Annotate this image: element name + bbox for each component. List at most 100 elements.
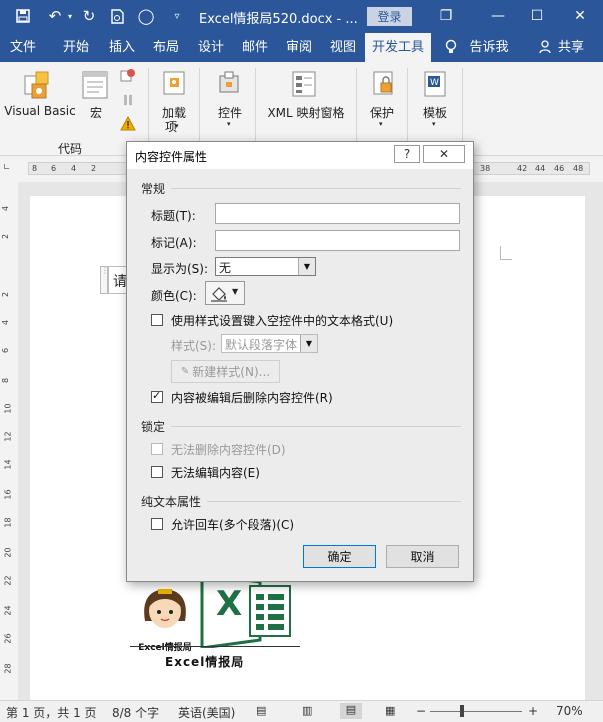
protect-icon[interactable] xyxy=(372,70,396,101)
undo-dropdown-icon[interactable]: ▾ xyxy=(66,7,74,25)
ruler-number: 4 xyxy=(71,164,77,173)
remove-on-edit-checkbox[interactable] xyxy=(151,389,163,403)
login-button[interactable]: 登录 xyxy=(367,7,412,26)
vruler-number: 12 xyxy=(3,431,13,442)
content-control-handle[interactable]: ⋮ xyxy=(100,266,109,294)
vruler-number: 18 xyxy=(3,517,13,528)
vruler-number: 22 xyxy=(3,575,13,586)
word-count[interactable]: 8/8 个字 xyxy=(112,704,159,721)
save-icon[interactable] xyxy=(14,7,32,25)
use-style-label: 使用样式设置键入空控件中的文本格式(U) xyxy=(171,314,394,328)
close-button[interactable]: ✕ xyxy=(566,4,594,28)
redo-icon[interactable]: ↻ xyxy=(80,7,98,25)
chevron-down-icon: ▼ xyxy=(298,258,315,275)
help-button[interactable]: ? xyxy=(394,145,420,163)
ribbon-tabs: 文件 开始 插入 布局 设计 邮件 审阅 视图 开发工具 告诉我 共享 xyxy=(0,33,603,62)
tab-developer[interactable]: 开发工具 xyxy=(365,33,431,62)
title-input[interactable] xyxy=(215,203,460,224)
style-label: 样式(S): xyxy=(171,339,217,353)
zoom-level[interactable]: 70% xyxy=(556,704,583,718)
pause-recording-icon[interactable] xyxy=(121,93,135,110)
zoom-in-icon[interactable]: + xyxy=(528,704,538,718)
macro-icon[interactable] xyxy=(82,70,110,103)
vruler-number: 2 xyxy=(1,233,11,240)
no-edit-label: 无法编辑内容(E) xyxy=(171,466,260,480)
tab-design[interactable]: 设计 xyxy=(189,33,233,62)
cancel-button[interactable]: 取消 xyxy=(386,545,459,568)
no-edit-checkbox[interactable] xyxy=(151,466,163,478)
style-select[interactable]: 默认段落字体 ▼ xyxy=(221,334,318,353)
zoom-slider-thumb[interactable] xyxy=(460,705,464,717)
print-layout-icon[interactable]: ▤ xyxy=(340,703,362,719)
customize-toolbar-icon[interactable]: ▿ xyxy=(170,7,184,25)
vruler-number: 10 xyxy=(3,403,13,414)
zoom-slider-track[interactable] xyxy=(430,711,522,712)
color-label: 颜色(C): xyxy=(151,289,197,303)
ribbon-separator xyxy=(356,68,357,150)
ok-button[interactable]: 确定 xyxy=(303,545,376,568)
no-delete-checkbox[interactable] xyxy=(151,443,163,455)
allow-return-checkbox[interactable] xyxy=(151,518,163,530)
page-count[interactable]: 第 1 页，共 1 页 xyxy=(6,704,97,721)
chevron-down-icon: ▼ xyxy=(300,335,317,352)
vruler-number: 24 xyxy=(3,605,13,616)
svg-text:W: W xyxy=(430,78,439,88)
paint-bucket-icon xyxy=(211,287,227,302)
tell-me-search[interactable]: 告诉我 xyxy=(466,33,512,62)
language[interactable]: 英语(美国) xyxy=(178,704,235,721)
zoom-out-icon[interactable]: − xyxy=(416,704,426,718)
dialog-close-button[interactable]: ✕ xyxy=(423,145,465,163)
lightbulb-icon xyxy=(441,33,461,62)
tab-review[interactable]: 审阅 xyxy=(277,33,321,62)
vertical-ruler: 4 2 2 4 6 8 10 12 14 16 18 20 22 24 26 2… xyxy=(0,182,18,682)
read-mode-icon[interactable]: ▥ xyxy=(302,704,312,717)
macro-button[interactable]: 宏 xyxy=(86,104,106,121)
tab-layout[interactable]: 布局 xyxy=(144,33,188,62)
tab-insert[interactable]: 插入 xyxy=(100,33,144,62)
status-bar: 第 1 页，共 1 页 8/8 个字 英语(美国) ▤ ▥ ▤ ▦ − + 70… xyxy=(0,700,603,722)
template-button[interactable]: 模板 xyxy=(420,104,450,121)
addins-icon[interactable] xyxy=(162,70,188,101)
protect-dropdown-icon: ▾ xyxy=(379,120,383,128)
dialog-titlebar[interactable]: 内容控件属性 ? ✕ xyxy=(127,142,473,169)
minimize-button[interactable]: — xyxy=(484,4,512,28)
xml-mapping-icon[interactable] xyxy=(290,70,318,101)
tab-selector-icon[interactable]: ∟ xyxy=(3,163,11,173)
tag-input[interactable] xyxy=(215,230,460,251)
vruler-number: 16 xyxy=(3,489,13,500)
new-style-button[interactable]: ✎ 新建样式(N)... xyxy=(171,360,280,383)
template-dropdown-icon: ▾ xyxy=(432,120,436,128)
share-button[interactable]: 共享 xyxy=(556,33,586,62)
template-icon[interactable]: W xyxy=(422,70,448,101)
display-as-select[interactable]: 无 ▼ xyxy=(215,257,316,276)
tab-file[interactable]: 文件 xyxy=(0,33,46,62)
visual-basic-button[interactable]: Visual Basic xyxy=(4,104,76,118)
color-picker-button[interactable]: ▼ xyxy=(205,281,245,305)
web-layout-icon[interactable]: ▦ xyxy=(385,704,395,717)
style-value: 默认段落字体 xyxy=(225,338,298,352)
visual-basic-icon[interactable] xyxy=(22,70,54,105)
tab-view[interactable]: 视图 xyxy=(321,33,365,62)
tab-mailings[interactable]: 邮件 xyxy=(233,33,277,62)
tab-home[interactable]: 开始 xyxy=(54,33,98,62)
track-changes-icon[interactable]: ▤ xyxy=(256,704,266,717)
ribbon-display-options-icon[interactable]: ❐ xyxy=(432,4,460,28)
print-preview-icon[interactable] xyxy=(108,7,126,25)
xml-mapping-pane-button[interactable]: XML 映射窗格 xyxy=(264,104,348,121)
record-macro-icon[interactable] xyxy=(120,68,136,87)
circle-shape-icon[interactable]: ◯ xyxy=(137,7,155,25)
controls-button[interactable]: 控件 xyxy=(214,104,246,121)
macro-security-icon[interactable] xyxy=(120,115,136,134)
protect-button[interactable]: 保护 xyxy=(368,104,396,121)
section-divider xyxy=(171,426,461,427)
remove-on-edit-label: 内容被编辑后删除内容控件(R) xyxy=(171,391,333,405)
vruler-number: 4 xyxy=(1,205,11,212)
vruler-number: 6 xyxy=(1,347,11,354)
ruler-number: 2 xyxy=(91,164,97,173)
controls-icon[interactable] xyxy=(216,70,242,101)
ruler-number: 48 xyxy=(573,164,584,173)
undo-icon[interactable]: ↶ xyxy=(44,7,66,25)
ribbon-separator xyxy=(255,68,256,150)
use-style-checkbox[interactable] xyxy=(151,314,163,326)
maximize-button[interactable]: ☐ xyxy=(523,4,551,28)
